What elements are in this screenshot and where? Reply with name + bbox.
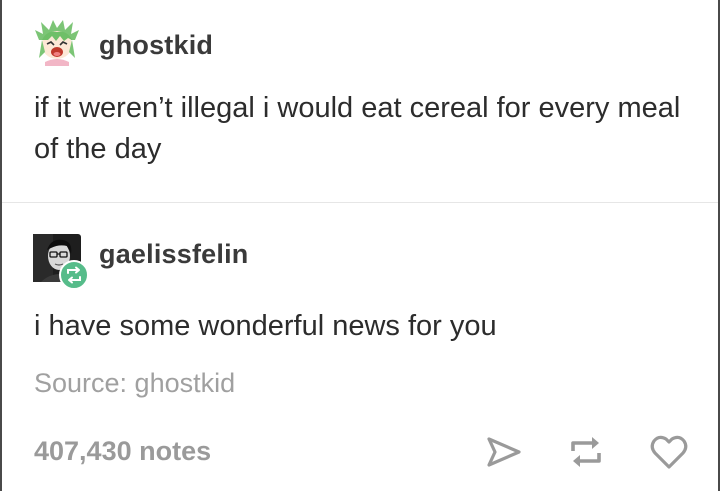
reblog-icon — [571, 437, 601, 467]
original-post: ghostkid if it weren’t illegal i would e… — [2, 0, 718, 202]
like-button[interactable] — [648, 431, 690, 473]
reblog-button[interactable] — [565, 431, 607, 473]
source-link[interactable]: Source: ghostkid — [34, 368, 235, 399]
reblog-post-text: i have some wonderful news for you — [34, 310, 497, 342]
gaelissfelin-avatar[interactable] — [33, 234, 89, 290]
notes-count[interactable]: 407,430 notes — [34, 436, 211, 467]
original-username[interactable]: ghostkid — [99, 30, 213, 61]
original-post-text: if it weren’t illegal i would eat cereal… — [34, 92, 681, 165]
heart-icon — [650, 435, 688, 469]
reblog-badge — [59, 260, 89, 290]
tumblr-post-card: ghostkid if it weren’t illegal i would e… — [0, 0, 720, 491]
reblog-username[interactable]: gaelissfelin — [99, 239, 248, 270]
reblog-post: gaelissfelin i have some wonderful news … — [2, 203, 718, 491]
anime-girl-avatar-icon — [33, 18, 81, 66]
share-icon — [487, 437, 521, 467]
ghostkid-avatar[interactable] — [33, 18, 81, 66]
share-button[interactable] — [483, 431, 525, 473]
reblog-badge-icon — [67, 266, 81, 284]
